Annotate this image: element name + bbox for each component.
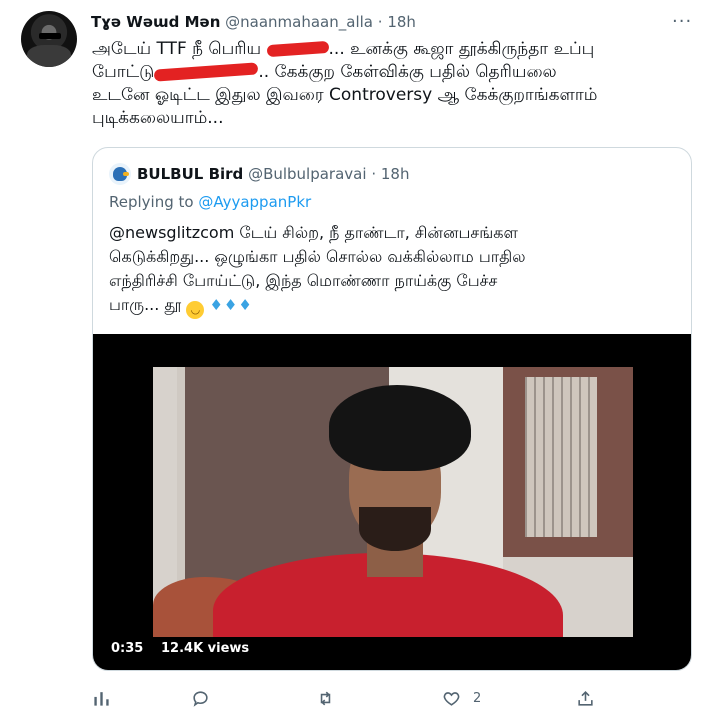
video-frame — [153, 367, 633, 637]
quoted-line: எந்திரிச்சி போய்ட்டு, இந்த மொண்ணா நாய்க்… — [109, 271, 498, 290]
video-views: 12.4K views — [155, 638, 256, 660]
retweet-button[interactable] — [316, 686, 335, 710]
quoted-line: பாரு... தூ ◡ ♦♦♦ — [109, 293, 679, 319]
tweet-line-segment: போட்டு — [92, 62, 155, 82]
author-handle[interactable]: @naanmahaan_alla — [225, 13, 373, 31]
tweet-text: அடேய் TTF நீ பெரிய ... உனக்கு கூஜா தூக்க… — [92, 38, 692, 130]
tweet-line-segment: அடேய் TTF நீ பெரிய — [92, 39, 267, 59]
quoted-header-separator: · — [371, 165, 377, 183]
like-button[interactable]: 2 — [442, 686, 481, 710]
avatar-body — [27, 45, 71, 67]
tweet-line: போட்டு .. கேக்குற கேள்விக்கு பதில் தெரியல… — [92, 61, 692, 84]
tweet-line-segment: .. கேக்குற கேள்விக்கு பதில் தெரியலை — [258, 62, 557, 82]
avatar-sunglasses — [39, 33, 61, 39]
replying-prefix: Replying to — [109, 193, 199, 211]
quoted-tweet-text: @newsglitzcom டேய் சில்ற, நீ தாண்டா, சின… — [109, 221, 679, 319]
replying-mention-link[interactable]: @AyyappanPkr — [198, 193, 311, 211]
tweet-line: புடிக்கலையாம்... — [92, 108, 224, 128]
tweet-line: உடனே ஓடிட்ட இதுல இவரை Controversy ஆ கேக்… — [92, 85, 598, 105]
analytics-icon — [94, 691, 109, 706]
bird-beak — [123, 172, 129, 176]
tweet-timestamp[interactable]: 18h — [387, 13, 416, 31]
kissing-face-emoji: ◡ — [186, 301, 205, 319]
quoted-author-avatar — [109, 163, 131, 185]
video-window — [503, 367, 633, 557]
quoted-line: கெடுக்கிறது... ஒழுங்கா பதில் சொல்ல வக்கி… — [109, 247, 526, 266]
sweat-droplets-emoji: ♦♦♦ — [209, 296, 253, 314]
more-options-icon[interactable]: ··· — [672, 12, 692, 32]
quoted-line-text: பாரு... தூ — [109, 295, 182, 314]
author-name[interactable]: Tɣǝ Wǝɯd Mǝn — [91, 13, 220, 31]
quoted-timestamp: 18h — [380, 165, 410, 183]
header-separator: · — [377, 13, 383, 31]
reply-button[interactable] — [191, 686, 210, 710]
retweet-icon — [320, 691, 331, 705]
quoted-author-handle: @Bulbulparavai — [248, 165, 367, 183]
reply-icon — [193, 690, 208, 707]
tweet-header: Tɣǝ Wǝɯd Mǝn @naanmahaan_alla · 18h — [91, 12, 416, 32]
replying-to: Replying to @AyyappanPkr — [109, 192, 311, 212]
tweet-actions: 2 — [92, 686, 692, 710]
share-button[interactable] — [576, 686, 595, 710]
share-icon — [578, 690, 593, 706]
video-player[interactable]: 0:35 12.4K views — [93, 334, 691, 670]
quoted-line: @newsglitzcom டேய் சில்ற, நீ தாண்டா, சின… — [109, 223, 518, 242]
quoted-tweet-header: BULBUL Bird @Bulbulparavai · 18h — [137, 164, 409, 184]
like-count: 2 — [473, 690, 482, 706]
quoted-author-name: BULBUL Bird — [137, 165, 244, 183]
video-duration: 0:35 — [105, 638, 150, 660]
analytics-button[interactable] — [92, 686, 111, 710]
quoted-tweet-card[interactable]: BULBUL Bird @Bulbulparavai · 18h Replyin… — [92, 147, 692, 671]
like-icon — [443, 691, 460, 706]
tweet-line-segment: ... உனக்கு கூஜா தூக்கிருந்தா உப்பு — [328, 39, 595, 59]
author-avatar[interactable] — [21, 11, 77, 67]
redaction-mark — [266, 40, 329, 58]
tweet-line: அடேய் TTF நீ பெரிய ... உனக்கு கூஜா தூக்க… — [92, 38, 692, 61]
video-person-beard — [359, 507, 431, 551]
video-person-hair — [329, 385, 471, 471]
redaction-mark — [154, 62, 259, 82]
